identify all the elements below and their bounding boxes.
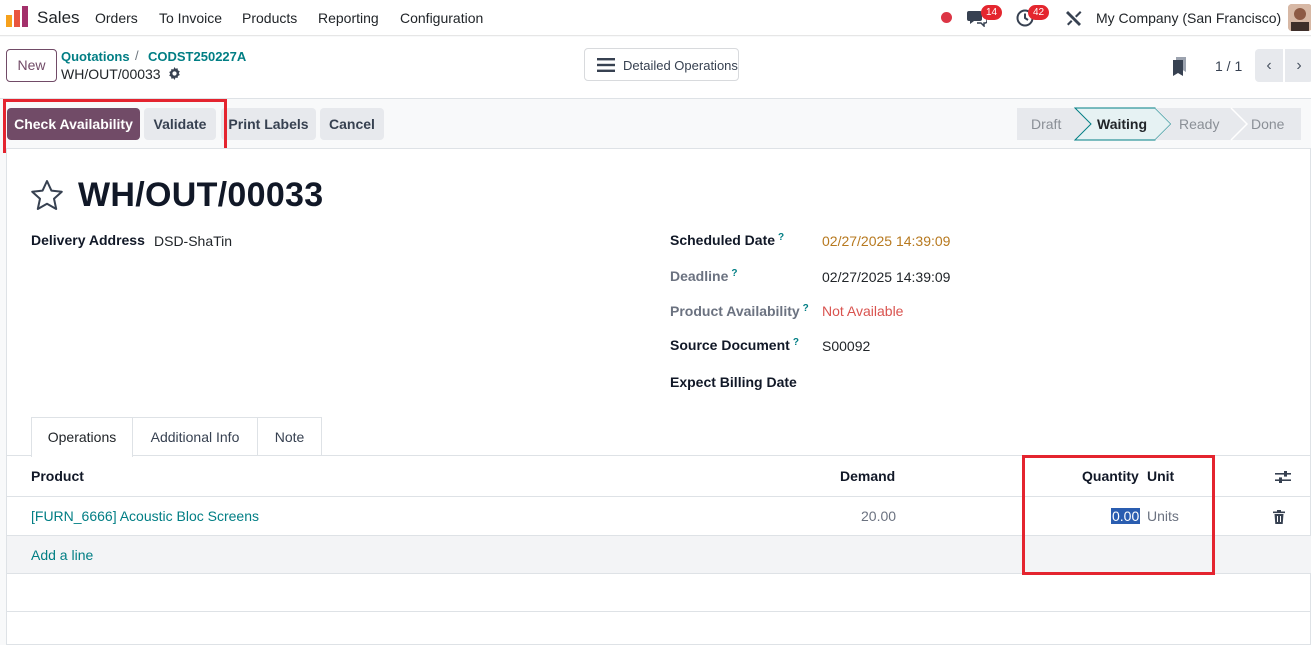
stage-done[interactable]: Done [1251,116,1284,132]
column-demand[interactable]: Demand [840,468,895,484]
breadcrumb-current-record: WH/OUT/00033 [61,66,161,82]
source-document-help-icon[interactable]: ? [793,337,799,348]
source-document-label: Source Document? [670,337,799,353]
optional-columns-sliders-icon[interactable] [1275,470,1291,484]
tab-additional-info[interactable]: Additional Info [133,417,258,456]
debug-tools-icon[interactable] [1065,9,1083,27]
cancel-button[interactable]: Cancel [320,108,384,140]
column-product[interactable]: Product [31,468,84,484]
deadline-help-icon[interactable]: ? [731,268,737,279]
tab-baseline-left [7,455,31,456]
control-panel: New Quotations / CODST250227A WH/OUT/000… [0,37,1311,99]
gear-icon[interactable] [168,67,181,80]
menu-products[interactable]: Products [242,10,297,26]
breadcrumb-quotations[interactable]: Quotations [61,49,130,64]
user-avatar[interactable] [1288,4,1311,31]
detailed-operations-label: Detailed Operations [623,58,738,73]
activities-count-badge: 42 [1028,5,1050,20]
highlight-box-actions [3,99,227,153]
menu-to-invoice[interactable]: To Invoice [159,10,222,26]
favorite-star-icon[interactable] [30,179,64,211]
menu-orders[interactable]: Orders [95,10,138,26]
detailed-operations-button[interactable]: Detailed Operations [584,48,739,81]
stage-waiting[interactable]: Waiting [1097,116,1147,132]
top-navbar: Sales Orders To Invoice Products Reporti… [0,0,1311,36]
scheduled-date-value[interactable]: 02/27/2025 14:39:09 [822,233,950,249]
delivery-address-value[interactable]: DSD-ShaTin [154,233,232,249]
delivery-address-label: Delivery Address [31,232,145,248]
source-document-value[interactable]: S00092 [822,338,870,354]
messages-count-badge: 14 [981,5,1003,20]
stage-ready[interactable]: Ready [1179,116,1219,132]
list-icon [597,58,615,72]
menu-reporting[interactable]: Reporting [318,10,379,26]
pager-value[interactable]: 1 / 1 [1215,58,1242,74]
tab-operations[interactable]: Operations [31,417,133,457]
deadline-label: Deadline? [670,268,738,284]
print-labels-button[interactable]: Print Labels [221,108,316,140]
breadcrumb-order[interactable]: CODST250227A [148,49,246,64]
menu-configuration[interactable]: Configuration [400,10,483,26]
recording-indicator-icon[interactable] [941,12,952,23]
chevron-left-icon: ‹ [1266,56,1272,74]
documents-icon[interactable] [1172,57,1188,76]
sales-app-icon[interactable] [5,6,29,28]
breadcrumb-separator: / [135,48,139,63]
chevron-right-icon: › [1296,56,1302,74]
delete-trash-icon[interactable] [1273,510,1285,524]
deadline-value: 02/27/2025 14:39:09 [822,269,951,285]
tab-note[interactable]: Note [258,417,322,456]
product-availability-label: Product Availability? [670,303,809,319]
product-availability-value: Not Available [822,303,904,319]
row-demand: 20.00 [861,508,897,524]
row-product[interactable]: [FURN_6666] Acoustic Bloc Screens [31,508,259,524]
company-switcher[interactable]: My Company (San Francisco) [1096,10,1281,26]
new-button[interactable]: New [6,49,57,82]
table-footer-divider [7,611,1311,612]
app-name[interactable]: Sales [37,8,80,28]
pager-next-button[interactable]: › [1285,49,1311,82]
pager-previous-button[interactable]: ‹ [1255,49,1283,82]
highlight-box-quantity [1022,455,1215,575]
expect-billing-date-label: Expect Billing Date [670,374,797,390]
scheduled-date-label: Scheduled Date? [670,232,785,248]
add-a-line-link[interactable]: Add a line [31,547,93,563]
scheduled-date-help-icon[interactable]: ? [778,232,784,243]
record-title: WH/OUT/00033 [78,176,324,214]
product-availability-help-icon[interactable]: ? [803,303,809,314]
stage-draft[interactable]: Draft [1031,116,1061,132]
